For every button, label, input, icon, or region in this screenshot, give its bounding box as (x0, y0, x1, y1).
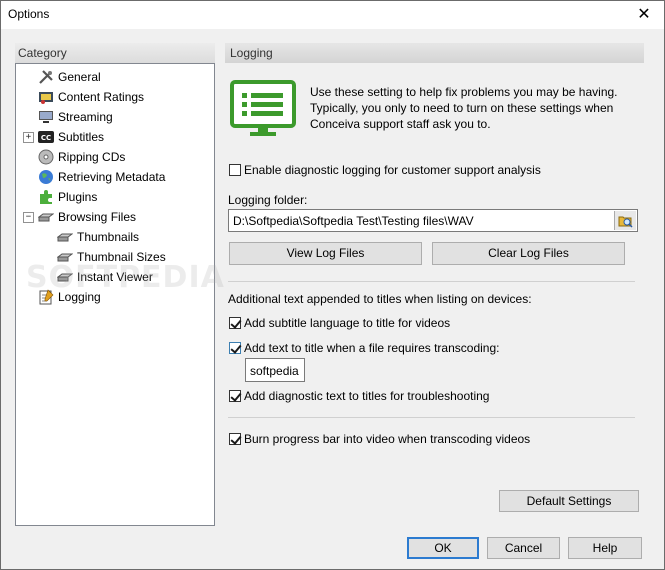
enable-logging-label: Enable diagnostic logging for customer s… (244, 163, 541, 177)
expand-subtitles-icon[interactable]: + (23, 132, 34, 143)
tree-item-label: Plugins (58, 190, 98, 204)
transcode-text-checkbox[interactable] (229, 342, 241, 354)
close-icon[interactable]: ✕ (630, 4, 658, 26)
tree-item-label: Subtitles (58, 130, 105, 144)
drive-icon (57, 233, 73, 242)
additional-text-label: Additional text appended to titles when … (228, 292, 532, 306)
folder-search-icon (618, 216, 633, 228)
globe-icon (39, 170, 53, 184)
ok-button[interactable]: OK (407, 537, 479, 559)
logging-folder-value: D:\Softpedia\Softpedia Test\Testing file… (233, 214, 474, 228)
logging-header-label: Logging (230, 46, 273, 60)
tree-item-label: Streaming (58, 110, 113, 124)
collapse-browsing-files-icon[interactable]: − (23, 212, 34, 223)
cd-icon (38, 149, 54, 165)
burn-progress-label: Burn progress bar into video when transc… (244, 432, 531, 446)
title-bar: Options ✕ (1, 1, 664, 29)
drive-icon (38, 213, 54, 222)
transcode-text-label: Add text to title when a file requires t… (244, 341, 500, 355)
cancel-button[interactable]: Cancel (487, 537, 560, 559)
cc-icon: CC (38, 131, 54, 143)
tree-item-label: Browsing Files (58, 210, 137, 224)
logging-header: Logging (225, 43, 644, 63)
options-window: Options ✕ Category General Content Ratin… (0, 0, 665, 570)
subtitle-language-label: Add subtitle language to title for video… (244, 316, 451, 330)
svg-text:CC: CC (41, 134, 51, 142)
tree-item-label: General (58, 70, 101, 84)
tools-icon (39, 70, 53, 84)
category-header: Category (15, 43, 215, 63)
help-button[interactable]: Help (568, 537, 642, 559)
transcode-text-value: softpedia (250, 364, 299, 378)
logging-folder-label: Logging folder: (228, 193, 308, 207)
watermark: SOFTPEDIA (26, 260, 225, 295)
window-title: Options (8, 7, 50, 21)
logging-folder-input[interactable]: D:\Softpedia\Softpedia Test\Testing file… (228, 209, 638, 232)
tree-item-label: Retrieving Metadata (58, 170, 166, 184)
enable-logging-checkbox[interactable] (229, 164, 241, 176)
puzzle-icon (40, 190, 52, 204)
ratings-icon (39, 92, 53, 104)
category-header-label: Category (18, 46, 67, 60)
tree-item-label: Ripping CDs (58, 150, 126, 164)
default-settings-button[interactable]: Default Settings (499, 490, 639, 512)
category-tree[interactable]: General Content Ratings Streaming + CC S… (15, 63, 224, 526)
browse-folder-button[interactable] (614, 211, 636, 230)
view-log-files-button[interactable]: View Log Files (229, 242, 422, 265)
separator (228, 281, 635, 282)
burn-progress-checkbox[interactable] (229, 433, 241, 445)
separator (228, 417, 635, 418)
tree-item-label: Thumbnails (77, 230, 140, 244)
diagnostic-text-label: Add diagnostic text to titles for troubl… (244, 389, 490, 403)
tree-item-label: Content Ratings (58, 90, 145, 104)
transcode-text-input[interactable]: softpedia (245, 358, 305, 382)
clear-log-files-button[interactable]: Clear Log Files (432, 242, 625, 265)
subtitle-language-checkbox[interactable] (229, 317, 241, 329)
diagnostic-text-checkbox[interactable] (229, 390, 241, 402)
logging-monitor-icon (230, 80, 296, 136)
streaming-icon (39, 111, 53, 123)
logging-intro-text: Use these setting to help fix problems y… (310, 85, 618, 131)
